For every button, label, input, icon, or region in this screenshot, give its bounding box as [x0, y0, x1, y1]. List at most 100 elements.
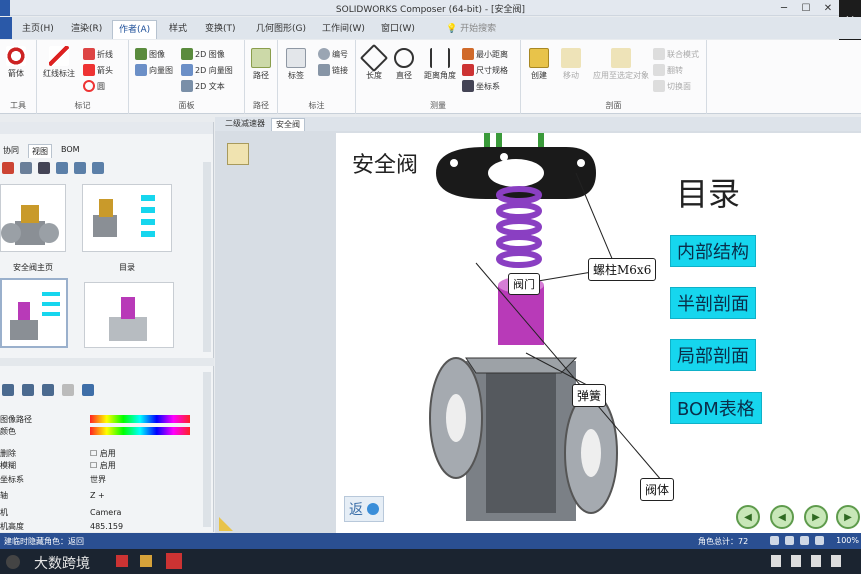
taskbar-tray-icon-4[interactable] [831, 555, 841, 567]
2d-vector-button[interactable]: 2D 向量图 [181, 64, 233, 76]
close-icon[interactable]: ✕ [817, 0, 839, 16]
prop-value[interactable]: ☐ 启用 [90, 448, 200, 459]
toc-item-half-section[interactable]: 半剖剖面 [670, 287, 756, 319]
status-actor-count: 角色总计：72 [698, 537, 749, 546]
dimension-button[interactable]: 尺寸规格 [462, 64, 508, 76]
tab-collab[interactable]: 协同 [0, 144, 22, 158]
thumbnail-structure[interactable] [0, 278, 68, 348]
toc-item-bom[interactable]: BOM表格 [670, 392, 762, 424]
arrow-button[interactable]: 箭头 [83, 64, 113, 76]
doc-tab-gearbox[interactable]: 二级减速器 [221, 118, 269, 131]
callout-valve-door[interactable]: 阀门 [508, 273, 540, 295]
number-button[interactable]: 编号 [318, 48, 348, 60]
view-camera-icon[interactable] [56, 162, 68, 174]
image-button[interactable]: 图像 [135, 48, 165, 60]
switch-face-button[interactable]: 切换面 [653, 80, 691, 92]
maximize-icon[interactable]: ☐ [795, 0, 817, 16]
start-icon[interactable] [6, 555, 20, 569]
props-icon-5[interactable] [82, 384, 94, 396]
status-icon-3[interactable] [800, 536, 809, 545]
prop-value[interactable]: 485.159 [90, 522, 200, 531]
panel-separator[interactable] [0, 358, 214, 366]
link-button[interactable]: 链接 [318, 64, 348, 76]
prop-value[interactable]: 世界 [90, 474, 200, 485]
callout-spring[interactable]: 弹簧 [572, 384, 607, 407]
path-button[interactable]: 路径 [251, 48, 271, 81]
status-icon-1[interactable] [770, 536, 779, 545]
distance-angle-button[interactable]: 距离角度 [424, 48, 456, 81]
callout-body[interactable]: 阀体 [640, 478, 675, 501]
doc-tab-safety-valve[interactable]: 安全阀 [271, 118, 305, 131]
tab-style[interactable]: 样式 [163, 20, 193, 39]
create-button[interactable]: 创建 [529, 48, 549, 81]
props-icon-2[interactable] [22, 384, 34, 396]
coordinate-button[interactable]: 坐标系 [462, 80, 500, 92]
tab-bom[interactable]: BOM [58, 144, 83, 158]
2d-text-button[interactable]: 2D 文本 [181, 80, 225, 92]
nav-last-button[interactable]: ▶ [836, 505, 860, 529]
tab-workshop[interactable]: 工作间(W) [316, 20, 371, 39]
arrow-body-button[interactable]: 箭体 [6, 46, 26, 79]
valve-assembly-graphic[interactable] [376, 133, 686, 533]
tab-render[interactable]: 渲染(R) [65, 20, 108, 39]
apply-selected-button[interactable]: 应用至选定对象 [593, 48, 649, 81]
taskbar-tray-icon-2[interactable] [791, 555, 801, 567]
thumbnail-home[interactable] [0, 184, 66, 252]
tab-geometry[interactable]: 几何图形(G) [250, 20, 312, 39]
redline-button[interactable]: 红线标注 [43, 46, 75, 79]
move-button[interactable]: 移动 [561, 48, 581, 81]
taskbar-composer-icon[interactable] [166, 553, 182, 569]
tab-window[interactable]: 窗口(W) [375, 20, 421, 39]
view-play-icon[interactable] [38, 162, 50, 174]
flip-button[interactable]: 翻转 [653, 64, 683, 76]
status-icon-4[interactable] [815, 536, 824, 545]
group-panel: 图像 向量图 2D 图像 2D 向量图 2D 文本 面板 [129, 40, 245, 114]
taskbar-tray-icon-1[interactable] [771, 555, 781, 567]
prop-value[interactable] [90, 415, 200, 423]
tab-home[interactable]: 主页(H) [16, 20, 60, 39]
taskbar-folder-icon[interactable] [140, 555, 152, 567]
back-button[interactable]: 返 [344, 496, 384, 522]
thumbnail-section[interactable] [84, 282, 174, 348]
viewport-canvas[interactable]: 安全阀 目录 螺柱M6x6 阀门 弹簧 阀体 内部结构 半剖剖面 局部剖面 BO… [336, 133, 861, 533]
nav-first-button[interactable]: ◀ [736, 505, 760, 529]
nav-prev-button[interactable]: ◀ [770, 505, 794, 529]
view-update-icon[interactable] [20, 162, 32, 174]
callout-stud[interactable]: 螺柱M6x6 [588, 258, 657, 281]
prop-value[interactable]: Z + [90, 491, 200, 500]
view-mode-icon[interactable] [227, 143, 249, 165]
file-tab[interactable] [0, 17, 12, 39]
thumb-scrollbar[interactable] [203, 162, 211, 352]
nav-next-button[interactable]: ▶ [804, 505, 828, 529]
length-button[interactable]: 长度 [359, 43, 389, 81]
view-camera3-icon[interactable] [92, 162, 104, 174]
view-camera2-icon[interactable] [74, 162, 86, 174]
union-mode-button[interactable]: 联合模式 [653, 48, 699, 60]
2d-image-button[interactable]: 2D 图像 [181, 48, 225, 60]
view-create-icon[interactable] [2, 162, 14, 174]
tab-transform[interactable]: 变换(T) [199, 20, 242, 39]
polyline-button[interactable]: 折线 [83, 48, 113, 60]
toc-item-internal[interactable]: 内部结构 [670, 235, 756, 267]
label-button[interactable]: 标签 [286, 48, 306, 81]
vector-button[interactable]: 向量图 [135, 64, 173, 76]
prop-value[interactable] [90, 427, 200, 435]
props-icon-3[interactable] [42, 384, 54, 396]
props-scrollbar[interactable] [203, 372, 211, 527]
diameter-button[interactable]: 直径 [394, 48, 414, 81]
props-icon-1[interactable] [2, 384, 14, 396]
taskbar-app-1-icon[interactable] [116, 555, 128, 567]
search-box[interactable]: 💡 开始搜索 [440, 20, 502, 39]
min-distance-button[interactable]: 最小距离 [462, 48, 508, 60]
circle-button[interactable]: 圆 [83, 80, 105, 92]
prop-value[interactable]: ☐ 启用 [90, 460, 200, 471]
status-icon-2[interactable] [785, 536, 794, 545]
thumbnail-toc[interactable] [82, 184, 172, 252]
minimize-icon[interactable]: ─ [773, 0, 795, 16]
props-icon-4[interactable] [62, 384, 74, 396]
tab-author[interactable]: 作者(A) [112, 20, 158, 39]
tab-views[interactable]: 视图 [28, 144, 52, 158]
taskbar-tray-icon-3[interactable] [811, 555, 821, 567]
prop-value[interactable]: Camera [90, 508, 200, 517]
toc-item-local-section[interactable]: 局部剖面 [670, 339, 756, 371]
